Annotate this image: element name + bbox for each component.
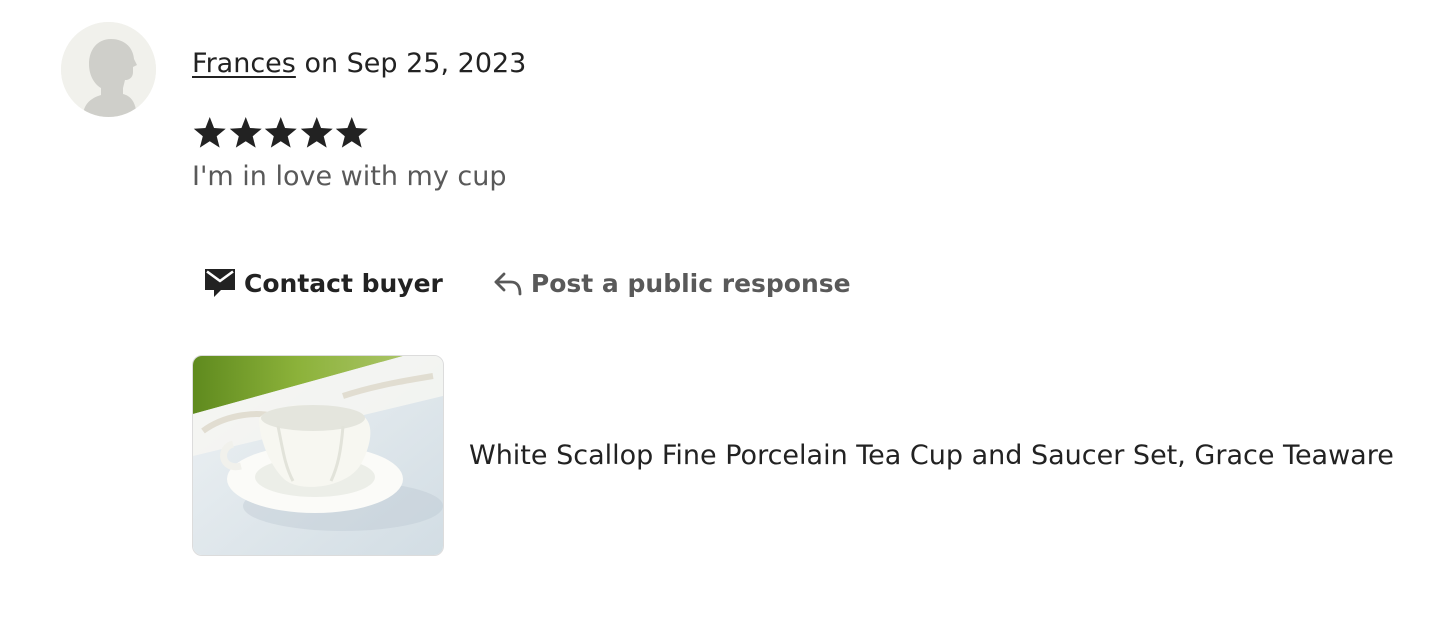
- contact-buyer-label: Contact buyer: [244, 268, 443, 298]
- reviewed-product: White Scallop Fine Porcelain Tea Cup and…: [192, 355, 1394, 556]
- star-icon: [193, 117, 226, 148]
- post-public-response-button[interactable]: Post a public response: [481, 258, 863, 308]
- envelope-icon: [204, 268, 236, 298]
- star-rating: [192, 115, 370, 151]
- review-text: I'm in love with my cup: [192, 161, 507, 192]
- default-user-silhouette-icon: [61, 22, 156, 117]
- teacup-photo: [193, 356, 443, 555]
- contact-buyer-button[interactable]: Contact buyer: [192, 258, 455, 308]
- review-header: Frances on Sep 25, 2023: [192, 45, 526, 83]
- review-actions: Contact buyer Post a public response: [192, 258, 863, 308]
- reviewer-avatar: [61, 22, 156, 117]
- product-title-link[interactable]: White Scallop Fine Porcelain Tea Cup and…: [469, 437, 1394, 475]
- star-icon: [300, 117, 333, 148]
- star-icon: [264, 117, 297, 148]
- reply-arrow-icon: [493, 270, 523, 296]
- post-public-response-label: Post a public response: [530, 268, 851, 298]
- reviewer-name-link[interactable]: Frances: [192, 48, 296, 79]
- star-icon: [335, 117, 368, 148]
- product-thumbnail[interactable]: [192, 355, 444, 556]
- review-date: on Sep 25, 2023: [295, 48, 527, 79]
- star-icon: [229, 117, 262, 148]
